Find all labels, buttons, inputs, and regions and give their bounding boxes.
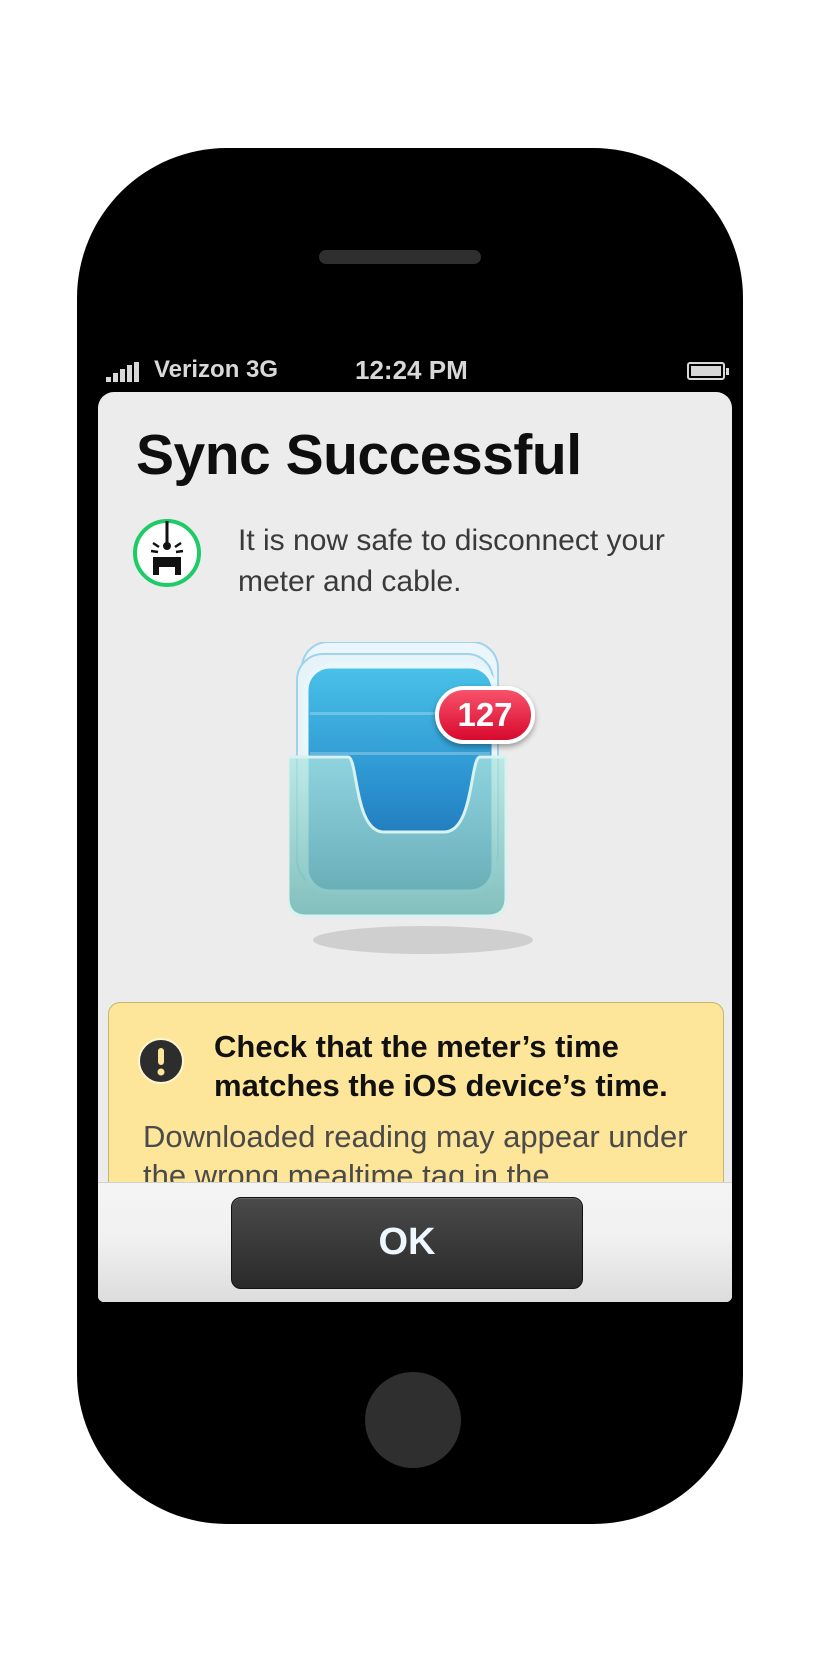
home-button[interactable] [365,1372,461,1468]
readings-count-badge: 127 [435,686,535,744]
battery-icon [687,362,729,380]
disconnect-message: It is now safe to disconnect your meter … [238,524,665,598]
dialog-footer: OK [98,1182,732,1302]
cable-disconnect-icon [133,519,201,587]
carrier-label: Verizon 3G [154,356,279,383]
page-title: Sync Successful [136,423,582,487]
status-time: 12:24 PM [355,355,468,385]
ok-button[interactable]: OK [231,1197,583,1289]
sync-dialog: Sync Successful It is now safe to discon… [98,392,732,1302]
status-bar: Verizon 3G 12:24 PM [98,350,732,390]
warning-heading: Check that the meter’s time matches the … [214,1029,668,1103]
signal-bars-icon [106,362,142,382]
speaker-grille [319,250,481,264]
exclamation-icon [138,1038,184,1084]
